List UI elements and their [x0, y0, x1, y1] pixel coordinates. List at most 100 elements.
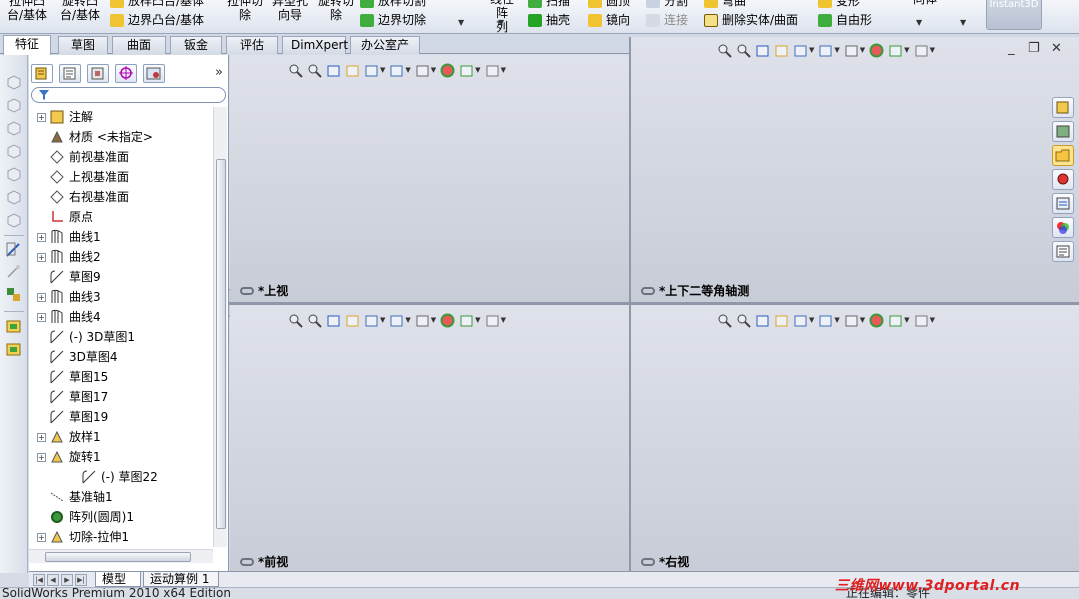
- next-tab-icon[interactable]: ▶: [61, 574, 73, 586]
- configuration-manager-tab[interactable]: [87, 64, 109, 83]
- tree-node[interactable]: + 曲线3: [37, 287, 101, 307]
- viewport-top[interactable]: XZ▼▼▼▼▼ *上视: [230, 55, 629, 302]
- tree-node[interactable]: 材质 <未指定>: [37, 127, 153, 147]
- file-explorer-tab[interactable]: [1052, 145, 1074, 166]
- chevron-down-icon[interactable]: ▼: [458, 18, 464, 27]
- revolve-boss-button[interactable]: 旋转凸 台/基体: [56, 0, 104, 22]
- chevron-down-icon[interactable]: ▼: [960, 18, 966, 27]
- tab-sketch[interactable]: 草图: [58, 36, 108, 54]
- tree-vertical-scroll-thumb[interactable]: [216, 159, 226, 529]
- tree-node[interactable]: + 曲线2: [37, 247, 101, 267]
- feature-filter-input[interactable]: [31, 87, 226, 103]
- tree-node[interactable]: + 曲线1: [37, 227, 101, 247]
- search-tab[interactable]: [1052, 193, 1074, 214]
- chevron-down-icon[interactable]: ▼: [916, 18, 922, 27]
- tree-node[interactable]: 草图19: [37, 407, 108, 427]
- minimize-icon[interactable]: _: [1008, 41, 1015, 56]
- assembly-icon[interactable]: [5, 318, 22, 335]
- tree-vertical-scrollbar[interactable]: [213, 107, 227, 547]
- dimxpert-manager-tab[interactable]: [115, 64, 137, 83]
- expand-icon[interactable]: +: [37, 292, 46, 302]
- tree-horizontal-scrollbar[interactable]: [29, 549, 213, 563]
- tree-node[interactable]: 右视基准面: [37, 187, 129, 207]
- link-views-icon[interactable]: [641, 557, 655, 566]
- extrude-cut-button[interactable]: 拉伸切除: [222, 0, 268, 22]
- tab-sheetmetal[interactable]: 钣金: [170, 36, 222, 54]
- cube-icon[interactable]: [5, 119, 22, 136]
- tree-node[interactable]: + 旋转1: [37, 447, 101, 467]
- link-views-icon[interactable]: [240, 557, 254, 566]
- freeform-button[interactable]: 自由形: [818, 13, 872, 27]
- last-tab-icon[interactable]: ▶|: [75, 574, 87, 586]
- cube-icon[interactable]: [5, 211, 22, 228]
- expand-icon[interactable]: +: [37, 112, 46, 122]
- viewport-front[interactable]: XY▼▼▼▼▼ *前视: [230, 305, 629, 573]
- display-manager-tab[interactable]: [143, 64, 165, 83]
- boundary-cut-button[interactable]: 边界切除: [360, 13, 426, 27]
- tab-evaluate[interactable]: 评估: [226, 36, 278, 54]
- cube-icon[interactable]: [5, 142, 22, 159]
- feature-manager-tab[interactable]: [31, 64, 53, 83]
- tree-horizontal-scroll-thumb[interactable]: [45, 552, 191, 562]
- more-tabs-icon[interactable]: »: [215, 65, 223, 80]
- model-tab[interactable]: 模型: [95, 572, 141, 587]
- first-tab-icon[interactable]: |◀: [33, 574, 45, 586]
- custom-properties-tab[interactable]: [1052, 241, 1074, 262]
- deform-button[interactable]: 变形: [818, 0, 860, 8]
- link-views-icon[interactable]: [641, 286, 655, 295]
- expand-icon[interactable]: +: [37, 252, 46, 262]
- appearances-tab[interactable]: [1052, 217, 1074, 238]
- viewport-trimetric[interactable]: XYZ▼▼▼▼▼ *上下二等角轴测: [631, 37, 1079, 302]
- tree-node[interactable]: 3D草图4: [37, 347, 118, 367]
- boundary-boss-button[interactable]: 边界凸台/基体: [110, 13, 204, 27]
- motion-study-tab[interactable]: 运动算例 1: [143, 572, 219, 587]
- combine-button[interactable]: 连接: [646, 13, 688, 27]
- assembly-icon[interactable]: [5, 341, 22, 358]
- delete-body-button[interactable]: 删除实体/曲面: [704, 13, 798, 27]
- split-button[interactable]: 分割: [646, 0, 688, 8]
- chevron-down-icon[interactable]: ▼: [498, 18, 504, 27]
- tree-node[interactable]: + 切除-拉伸1: [37, 527, 129, 547]
- tree-node[interactable]: 上视基准面: [37, 167, 129, 187]
- smart-dimension-icon[interactable]: [5, 263, 22, 280]
- tab-features[interactable]: 特征: [3, 35, 51, 55]
- tree-node[interactable]: 原点: [37, 207, 93, 227]
- expand-icon[interactable]: +: [37, 232, 46, 242]
- revolve-cut-button[interactable]: 旋转切除: [314, 0, 358, 22]
- extrude-boss-button[interactable]: 拉伸凸 台/基体: [2, 0, 52, 22]
- solidworks-resources-tab[interactable]: [1052, 97, 1074, 118]
- tree-node[interactable]: 前视基准面: [37, 147, 129, 167]
- prev-tab-icon[interactable]: ◀: [47, 574, 59, 586]
- link-views-icon[interactable]: [240, 286, 254, 295]
- reference-geometry-icon[interactable]: [5, 286, 22, 303]
- dome-button[interactable]: 圆顶: [588, 0, 630, 8]
- restore-icon[interactable]: ❐: [1028, 41, 1040, 56]
- linear-pattern-button[interactable]: 线性阵列: [488, 0, 516, 33]
- property-manager-tab[interactable]: [59, 64, 81, 83]
- tree-node[interactable]: (-) 草图22: [69, 467, 158, 487]
- tree-node[interactable]: 草图17: [37, 387, 108, 407]
- cube-icon[interactable]: [5, 188, 22, 205]
- tree-node[interactable]: + 放样1: [37, 427, 101, 447]
- tab-office-products[interactable]: 办公室产品: [350, 36, 420, 69]
- instant3d-button[interactable]: Instant3D: [986, 0, 1042, 30]
- tree-node[interactable]: 基准轴1: [37, 487, 113, 507]
- tree-node[interactable]: + 注解: [37, 107, 93, 127]
- tree-node[interactable]: (-) 3D草图1: [37, 327, 135, 347]
- viewport-horizontal-splitter[interactable]: [229, 302, 1079, 305]
- hole-wizard-button[interactable]: 异型孔 向导: [268, 0, 312, 22]
- loft-boss-button[interactable]: 放样凸台/基体: [110, 0, 204, 8]
- cube-icon[interactable]: [5, 96, 22, 113]
- design-library-tab[interactable]: [1052, 121, 1074, 142]
- expand-icon[interactable]: +: [37, 532, 46, 542]
- shell-button[interactable]: 抽壳: [528, 13, 570, 27]
- expand-icon[interactable]: +: [37, 312, 46, 322]
- view-palette-tab[interactable]: [1052, 169, 1074, 190]
- tree-node[interactable]: + 曲线4: [37, 307, 101, 327]
- close-icon[interactable]: ✕: [1051, 41, 1062, 56]
- tab-surfaces[interactable]: 曲面: [112, 36, 166, 54]
- intersect-button[interactable]: 同体: [908, 0, 942, 6]
- cube-icon[interactable]: [5, 73, 22, 90]
- viewport-right[interactable]: ZY▼▼▼▼▼ *右视: [631, 305, 1079, 573]
- tree-node[interactable]: 草图9: [37, 267, 101, 287]
